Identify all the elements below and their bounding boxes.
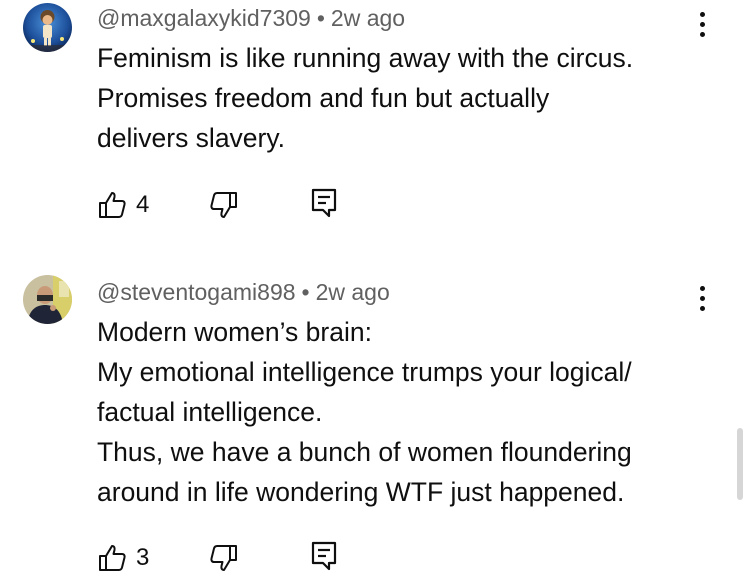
- more-vertical-icon: [700, 286, 705, 291]
- comment-line: Promises freedom and fun but actually: [97, 83, 550, 113]
- dislike-button[interactable]: [209, 543, 239, 578]
- comment-line: Modern women’s brain:: [97, 317, 372, 347]
- author-avatar[interactable]: [23, 275, 72, 324]
- comment-line: factual intelligence.: [97, 397, 323, 427]
- more-options-button[interactable]: [690, 10, 714, 40]
- more-vertical-icon: [700, 12, 705, 17]
- author-avatar[interactable]: [23, 3, 72, 52]
- more-vertical-icon-dot: [700, 32, 705, 37]
- comment-meta: @steventogami898 • 2w ago: [97, 278, 390, 306]
- thumb-up-icon: [99, 545, 126, 571]
- comment-line: Thus, we have a bunch of women flounderi…: [97, 437, 632, 467]
- separator: •: [301, 279, 310, 305]
- comment-line: around in life wondering WTF just happen…: [97, 477, 625, 507]
- author-name[interactable]: @maxgalaxykid7309: [97, 5, 311, 31]
- more-options-button[interactable]: [690, 284, 714, 314]
- thumb-down-icon: [210, 192, 237, 218]
- timestamp[interactable]: 2w ago: [331, 5, 405, 31]
- comment-line: delivers slavery.: [97, 123, 286, 153]
- like-count: 4: [136, 191, 150, 218]
- comment-text: Modern women’s brain: My emotional intel…: [97, 312, 737, 512]
- timestamp[interactable]: 2w ago: [316, 279, 390, 305]
- like-count: 3: [136, 544, 150, 571]
- comment-line: My emotional intelligence trumps your lo…: [97, 357, 632, 387]
- author-name[interactable]: @steventogami898: [97, 279, 296, 305]
- like-button[interactable]: [97, 543, 127, 578]
- scrollbar[interactable]: [737, 428, 743, 500]
- like-button[interactable]: [97, 190, 127, 225]
- more-vertical-icon-dot: [700, 22, 705, 27]
- comment-text: Feminism is like running away with the c…: [97, 38, 737, 158]
- reply-button[interactable]: [310, 187, 338, 224]
- photo-avatar-icon: [23, 275, 72, 324]
- dislike-button[interactable]: [209, 190, 239, 225]
- thumb-up-icon: [99, 192, 126, 218]
- reply-icon: [311, 188, 337, 218]
- more-vertical-icon-dot: [700, 306, 705, 311]
- more-vertical-icon-dot: [700, 296, 705, 301]
- reply-icon: [311, 541, 337, 571]
- comment-line: Feminism is like running away with the c…: [97, 43, 634, 73]
- comment-meta: @maxgalaxykid7309 • 2w ago: [97, 4, 405, 32]
- separator: •: [316, 5, 325, 31]
- reply-button[interactable]: [310, 540, 338, 577]
- thumb-down-icon: [210, 545, 237, 571]
- cartoon-avatar-icon: [23, 3, 72, 52]
